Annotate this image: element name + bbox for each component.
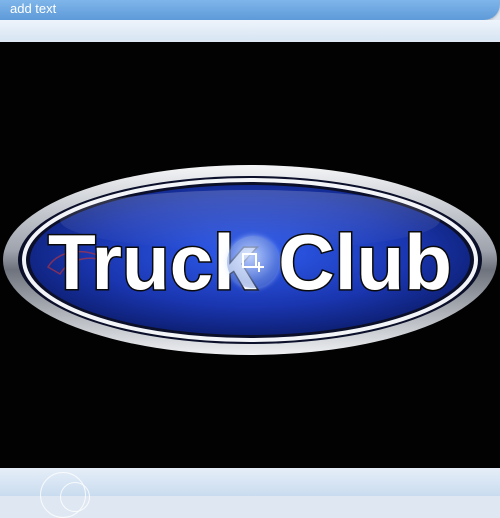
select-region-button[interactable] xyxy=(227,236,279,288)
header-band xyxy=(0,20,500,40)
add-text-bar[interactable]: add text xyxy=(0,0,500,20)
select-region-icon xyxy=(242,253,264,272)
add-text-label[interactable]: add text xyxy=(10,1,56,17)
footer-band xyxy=(0,468,500,518)
